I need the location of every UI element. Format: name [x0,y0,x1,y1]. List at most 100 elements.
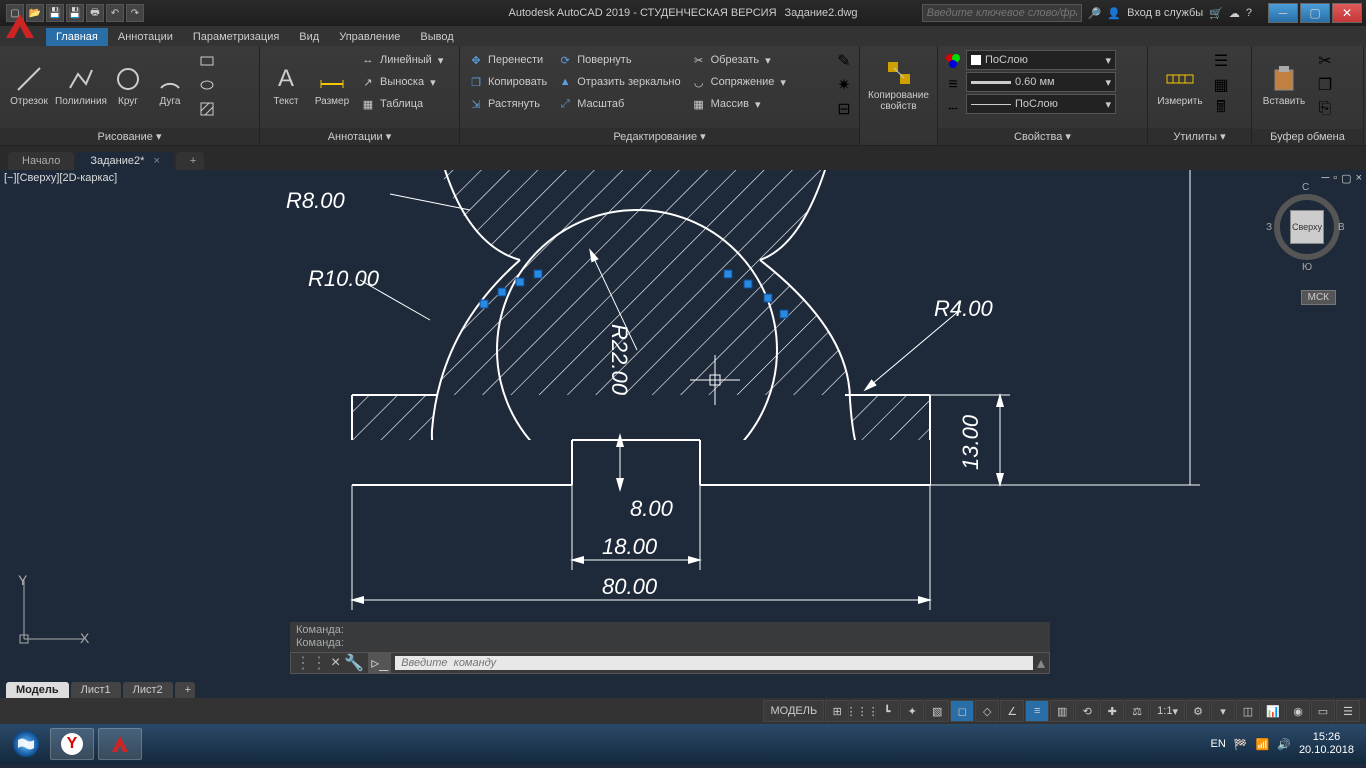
paste-button[interactable]: Вставить [1256,50,1312,120]
tab-output[interactable]: Вывод [410,28,463,46]
tray-flag-icon[interactable]: 🏁 [1234,738,1248,751]
cmd-customize-icon[interactable]: 🔧 [344,653,364,673]
quickselect-icon[interactable]: ☰ [1210,50,1232,72]
cut-icon[interactable]: ✂ [1314,50,1336,72]
move-button[interactable]: ✥Перенести [464,50,551,70]
circle-button[interactable]: Круг [108,50,148,120]
qat-redo-icon[interactable]: ↷ [126,4,144,22]
calc-icon[interactable]: 🖩 [1210,98,1232,120]
linetype-select[interactable]: ПоСлою▾ [966,94,1116,114]
tray-lang[interactable]: EN [1211,738,1226,750]
tab-close-icon[interactable]: × [153,155,159,167]
drawing-canvas[interactable]: [−][Сверху][2D-каркас] ─ ▫ ▢ × Сверху С … [0,170,1366,698]
status-transparency-icon[interactable]: ▥ [1050,700,1074,722]
status-isolate-icon[interactable]: ◉ [1286,700,1310,722]
status-customize-icon[interactable]: ☰ [1336,700,1360,722]
status-annoscale-icon[interactable]: ⚖ [1125,700,1149,722]
status-otrack-icon[interactable]: ∠ [1000,700,1024,722]
selectall-icon[interactable]: ▦ [1210,74,1232,96]
exchange-icon[interactable]: 🛒 [1209,7,1223,20]
lineweight-select[interactable]: 0.60 мм▾ [966,72,1116,92]
panel-props-title[interactable]: Свойства ▾ [938,128,1147,145]
doctab-add[interactable]: + [176,152,204,170]
a360-icon[interactable]: ☁ [1229,7,1240,20]
erase-icon[interactable]: ✎ [833,50,855,72]
tab-parametric[interactable]: Параметризация [183,28,289,46]
qat-plot-icon[interactable]: 🖶 [86,4,104,22]
window-close-button[interactable]: ✕ [1332,3,1362,23]
scale-button[interactable]: ⤢Масштаб [553,94,684,114]
tray-network-icon[interactable]: 📶 [1256,738,1270,751]
fillet-button[interactable]: ◡Сопряжение▾ [687,72,790,92]
measure-button[interactable]: Измерить [1152,50,1208,120]
color-select[interactable]: ПоСлою▾ [966,50,1116,70]
offset-icon[interactable]: ⊟ [833,98,855,120]
lineweight-icon[interactable]: ≡ [942,74,964,96]
infocenter-search-input[interactable] [922,4,1082,22]
line-button[interactable]: Отрезок [4,50,54,120]
status-scale[interactable]: 1:1 ▾ [1150,700,1185,722]
doctab-start[interactable]: Начало [8,152,74,170]
doctab-active[interactable]: Задание2* × [76,152,174,170]
taskbar-yandex[interactable]: Y [50,728,94,760]
cmd-handle-icon[interactable]: ⋮⋮ [295,653,327,673]
status-ortho-icon[interactable]: ┗ [875,700,899,722]
tab-home[interactable]: Главная [46,28,108,46]
rotate-button[interactable]: ⟳Повернуть [553,50,684,70]
status-cycling-icon[interactable]: ⟲ [1075,700,1099,722]
leader-button[interactable]: ↗Выноска▾ [356,72,447,92]
status-polar-icon[interactable]: ✦ [900,700,924,722]
status-gear-icon[interactable]: ⚙ [1186,700,1210,722]
signin-label[interactable]: Вход в службы [1127,7,1203,19]
ellipse-icon[interactable] [196,74,218,96]
cmd-recent-icon[interactable]: ▴ [1037,653,1045,673]
signin-icon[interactable]: 👤 [1107,7,1121,20]
arc-button[interactable]: Дуга [150,50,190,120]
rectangle-icon[interactable] [196,50,218,72]
cmd-close-icon[interactable]: × [331,654,340,672]
copy-button[interactable]: ❐Копировать [464,72,551,92]
layout-sheet2-tab[interactable]: Лист2 [123,682,173,698]
explode-icon[interactable]: ✷ [833,74,855,96]
table-button[interactable]: ▦Таблица [356,94,447,114]
window-minimize-button[interactable]: ─ [1268,3,1298,23]
status-hardware-icon[interactable]: 📊 [1261,700,1285,722]
tab-manage[interactable]: Управление [329,28,410,46]
tray-volume-icon[interactable]: 🔊 [1277,738,1291,751]
match-properties-button[interactable]: Копирование свойств [864,50,933,120]
array-button[interactable]: ▦Массив▾ [687,94,790,114]
clip-copy-icon[interactable]: ❐ [1314,74,1336,96]
status-workspace-icon[interactable]: ▾ [1211,700,1235,722]
help-icon[interactable]: ? [1246,7,1252,19]
status-3dosnap-icon[interactable]: ◇ [975,700,999,722]
panel-draw-title[interactable]: Рисование ▾ [0,128,259,145]
linetype-icon[interactable]: ┄ [942,98,964,120]
tab-view[interactable]: Вид [289,28,329,46]
tray-clock[interactable]: 15:26 20.10.2018 [1299,731,1354,757]
trim-button[interactable]: ✂Обрезать▾ [687,50,790,70]
qat-undo-icon[interactable]: ↶ [106,4,124,22]
status-annomonitor-icon[interactable]: ✚ [1100,700,1124,722]
layout-add-tab[interactable]: + [175,682,195,698]
status-osnap-icon[interactable]: ◻ [950,700,974,722]
status-modelspace[interactable]: МОДЕЛЬ [763,700,824,722]
tab-annotate[interactable]: Аннотации [108,28,183,46]
stretch-button[interactable]: ⇲Растянуть [464,94,551,114]
qat-save-icon[interactable]: 💾 [46,4,64,22]
color-picker-icon[interactable] [942,50,964,72]
layout-model-tab[interactable]: Модель [6,682,69,698]
start-button[interactable] [6,728,46,760]
status-snap-icon[interactable]: ⋮⋮⋮ [850,700,874,722]
infocenter-go-icon[interactable]: 🔎 [1088,7,1102,20]
status-isodraft-icon[interactable]: ▧ [925,700,949,722]
dimension-button[interactable]: Размер [310,50,354,120]
hatch-icon[interactable] [196,98,218,120]
app-logo[interactable] [0,26,40,46]
layout-sheet1-tab[interactable]: Лист1 [71,682,121,698]
panel-util-title[interactable]: Утилиты ▾ [1148,128,1251,145]
panel-modify-title[interactable]: Редактирование ▾ [460,128,859,145]
linear-dim-button[interactable]: ↔Линейный▾ [356,50,447,70]
text-button[interactable]: AТекст [264,50,308,120]
status-clean-icon[interactable]: ▭ [1311,700,1335,722]
polyline-button[interactable]: Полилиния [56,50,106,120]
